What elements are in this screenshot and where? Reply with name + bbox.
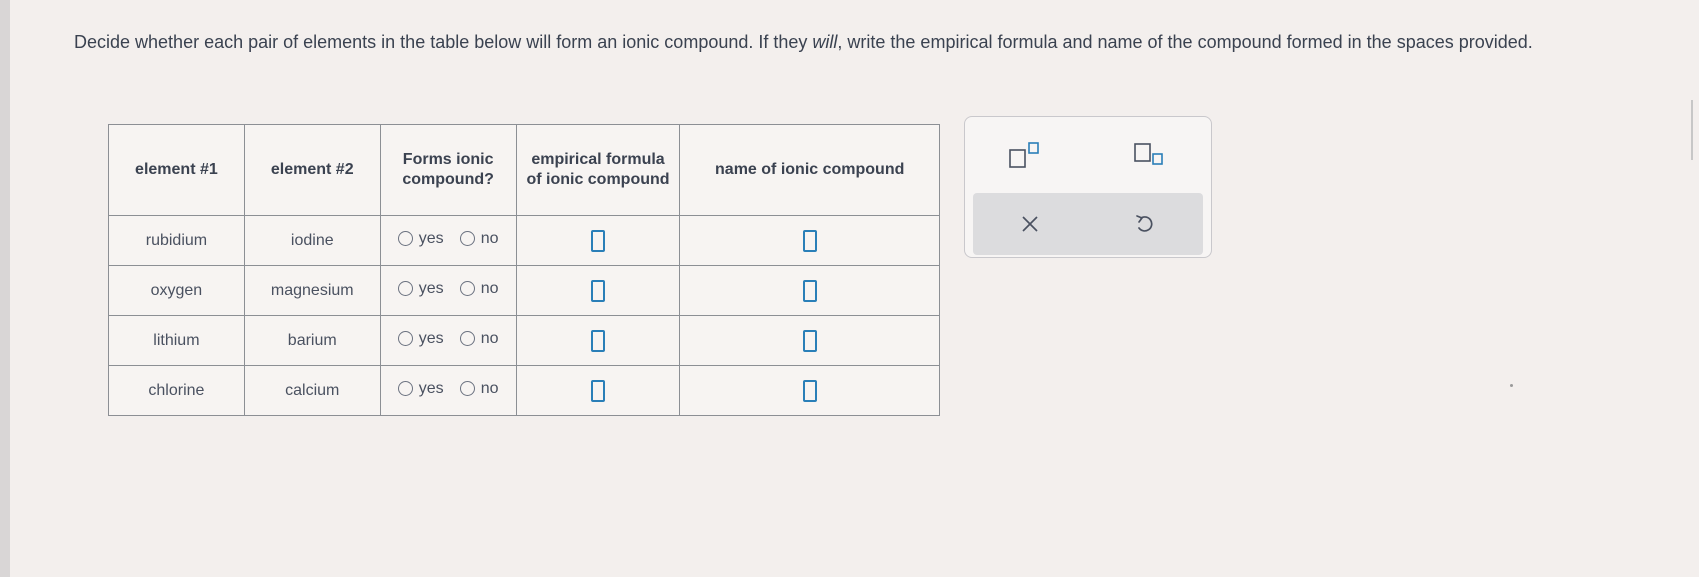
- header-name: name of ionic compound: [679, 124, 940, 216]
- header-element1: element #1: [108, 124, 245, 216]
- element2-cell: magnesium: [243, 265, 381, 316]
- toolbox-action-row: [973, 193, 1203, 255]
- formula-input[interactable]: [591, 329, 605, 352]
- formula-cell: [515, 365, 681, 416]
- radio-button[interactable]: [397, 231, 413, 247]
- subscript-button[interactable]: [1126, 137, 1174, 175]
- element1-cell: lithium: [108, 315, 245, 366]
- table-row: oxygen magnesium yes no: [108, 265, 940, 316]
- name-cell: [679, 365, 940, 416]
- toolbox-format-row: [965, 137, 1211, 175]
- formula-cell: [515, 315, 681, 366]
- name-input[interactable]: [802, 229, 817, 252]
- formula-toolbox: [964, 116, 1212, 258]
- table-row: lithium barium yes no: [108, 315, 940, 366]
- element2-cell: iodine: [243, 215, 381, 266]
- yes-radio-option[interactable]: yes: [397, 329, 444, 348]
- no-radio-option[interactable]: no: [459, 229, 499, 248]
- formula-input[interactable]: [591, 379, 605, 402]
- element1-cell: oxygen: [108, 265, 245, 316]
- superscript-icon: [1008, 142, 1039, 168]
- table-header-row: element #1 element #2 Forms ionic compou…: [108, 124, 940, 216]
- screen-speck: [1510, 384, 1513, 387]
- no-label: no: [480, 279, 499, 297]
- yes-radio-option[interactable]: yes: [397, 379, 444, 398]
- instructions-text: Decide whether each pair of elements in …: [74, 32, 1533, 52]
- yes-label: yes: [418, 279, 444, 297]
- formula-input[interactable]: [591, 279, 605, 302]
- radio-button[interactable]: [459, 331, 475, 347]
- close-icon: [1022, 216, 1038, 232]
- undo-icon: [1136, 215, 1153, 232]
- formula-input[interactable]: [591, 229, 605, 252]
- window-left-edge: [0, 0, 10, 577]
- forms-ionic-cell: yes no: [379, 365, 517, 416]
- name-cell: [679, 265, 940, 316]
- radio-button[interactable]: [397, 331, 413, 347]
- element1-cell: chlorine: [108, 365, 245, 416]
- forms-ionic-cell: yes no: [379, 215, 517, 266]
- yes-label: yes: [418, 329, 444, 347]
- radio-button[interactable]: [397, 281, 413, 297]
- superscript-button[interactable]: [1003, 137, 1051, 175]
- header-formula: empirical formula of ionic compound: [515, 124, 681, 216]
- element2-cell: calcium: [243, 365, 381, 416]
- name-input[interactable]: [802, 379, 817, 402]
- ionic-compound-table: element #1 element #2 Forms ionic compou…: [108, 124, 940, 416]
- element1-cell: rubidium: [108, 215, 245, 266]
- no-radio-option[interactable]: no: [459, 379, 499, 398]
- name-cell: [679, 315, 940, 366]
- subscript-icon: [1133, 143, 1163, 165]
- no-label: no: [480, 329, 499, 347]
- undo-button[interactable]: [1129, 208, 1161, 240]
- table-row: chlorine calcium yes no: [108, 365, 940, 416]
- element2-cell: barium: [243, 315, 381, 366]
- radio-button[interactable]: [459, 381, 475, 397]
- radio-button[interactable]: [459, 281, 475, 297]
- name-cell: [679, 215, 940, 266]
- formula-cell: [515, 215, 681, 266]
- name-input[interactable]: [802, 329, 817, 352]
- header-forms-ionic: Forms ionic compound?: [379, 124, 517, 216]
- yes-label: yes: [418, 379, 444, 397]
- name-input[interactable]: [802, 279, 817, 302]
- no-label: no: [480, 229, 499, 247]
- radio-button[interactable]: [397, 381, 413, 397]
- yes-radio-option[interactable]: yes: [397, 229, 444, 248]
- yes-radio-option[interactable]: yes: [397, 279, 444, 298]
- clear-button[interactable]: [1015, 209, 1045, 239]
- no-label: no: [480, 379, 499, 397]
- window-right-edge: [1691, 100, 1699, 160]
- formula-cell: [515, 265, 681, 316]
- no-radio-option[interactable]: no: [459, 279, 499, 298]
- yes-label: yes: [418, 229, 444, 247]
- forms-ionic-cell: yes no: [379, 265, 517, 316]
- header-element2: element #2: [243, 124, 381, 216]
- table-row: rubidium iodine yes no: [108, 215, 940, 266]
- no-radio-option[interactable]: no: [459, 329, 499, 348]
- forms-ionic-cell: yes no: [379, 315, 517, 366]
- radio-button[interactable]: [459, 231, 475, 247]
